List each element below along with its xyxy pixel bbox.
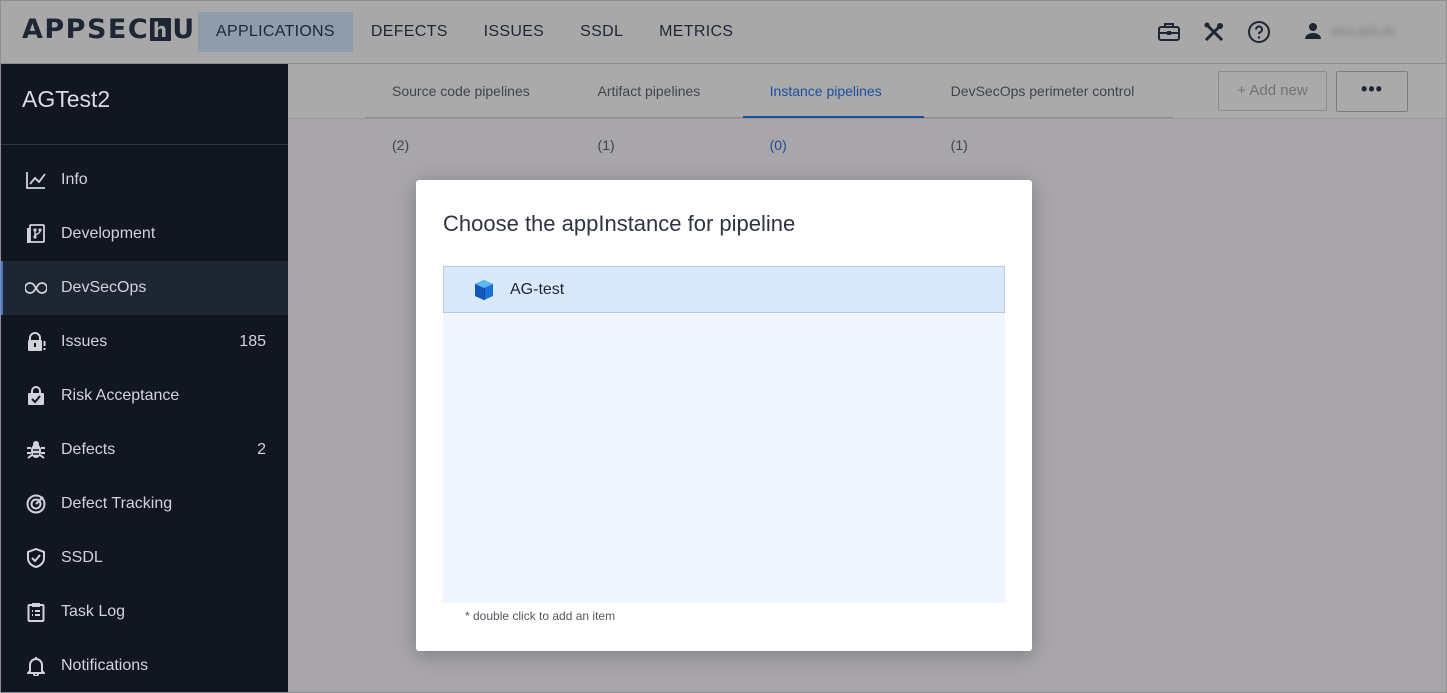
- app-title: AGTest2: [0, 64, 288, 145]
- help-icon[interactable]: [1247, 20, 1271, 44]
- list-item[interactable]: AG-test: [443, 266, 1005, 313]
- main-nav: APPLICATIONS DEFECTS ISSUES SSDL METRICS: [198, 12, 751, 52]
- more-options-button[interactable]: •••: [1336, 71, 1408, 112]
- tab-bar: Source code pipelines (2) Artifact pipel…: [288, 64, 1447, 153]
- sidebar-item-label: DevSecOps: [61, 279, 147, 296]
- app-logo[interactable]: APPSEC h UB: [22, 14, 218, 45]
- sidebar-item-label: Task Log: [61, 603, 126, 620]
- tools-icon[interactable]: [1202, 20, 1226, 44]
- sidebar-item-notifications[interactable]: Notifications: [0, 639, 288, 693]
- nav-ssdl[interactable]: SSDL: [562, 12, 641, 52]
- sidebar-item-development[interactable]: Development: [0, 207, 288, 261]
- infinity-icon: [25, 277, 47, 299]
- git-branch-icon: [25, 223, 47, 245]
- briefcase-icon[interactable]: [1157, 20, 1181, 44]
- sidebar-item-task-log[interactable]: Task Log: [0, 585, 288, 639]
- sidebar: AGTest2 Info Development DevSecOps Issue…: [0, 64, 288, 693]
- clipboard-icon: [25, 601, 47, 623]
- bug-icon: [25, 439, 47, 461]
- sidebar-item-issues[interactable]: Issues 185: [0, 315, 288, 369]
- sidebar-item-devsecops[interactable]: DevSecOps: [0, 261, 288, 315]
- user-name: AGLADLIN: [1331, 23, 1396, 39]
- list-item-label: AG-test: [510, 280, 565, 298]
- user-menu[interactable]: AGLADLIN: [1305, 22, 1395, 40]
- nav-metrics[interactable]: METRICS: [641, 12, 751, 52]
- target-icon: [25, 493, 47, 515]
- nav-issues[interactable]: ISSUES: [466, 12, 563, 52]
- sidebar-item-ssdl[interactable]: SSDL: [0, 531, 288, 585]
- tab-source-code-pipelines[interactable]: Source code pipelines (2): [365, 64, 571, 153]
- sidebar-item-defect-tracking[interactable]: Defect Tracking: [0, 477, 288, 531]
- lock-icon: [25, 331, 47, 353]
- sidebar-item-label: Risk Acceptance: [61, 387, 180, 404]
- sidebar-item-label: Info: [61, 171, 88, 188]
- sidebar-item-label: Development: [61, 225, 156, 242]
- top-navbar: APPSEC h UB APPLICATIONS DEFECTS ISSUES SS…: [0, 0, 1447, 64]
- nav-defects[interactable]: DEFECTS: [353, 12, 466, 52]
- nav-applications[interactable]: APPLICATIONS: [198, 12, 353, 52]
- bell-icon: [25, 655, 47, 677]
- sidebar-item-label: Issues: [61, 333, 108, 350]
- issues-count: 185: [239, 333, 266, 350]
- add-new-button[interactable]: + Add new: [1218, 71, 1327, 111]
- tab-devsecops-perimeter-control[interactable]: DevSecOps perimeter control (1): [924, 64, 1173, 153]
- cube-icon: [473, 279, 495, 301]
- pipeline-tabs: Source code pipelines (2) Artifact pipel…: [365, 64, 1173, 153]
- shopping-bag-check-icon: [25, 385, 47, 407]
- dialog-title: Choose the appInstance for pipeline: [443, 211, 796, 236]
- sidebar-item-label: Notifications: [61, 657, 149, 674]
- user-icon: [1305, 23, 1321, 39]
- dialog-hint: * double click to add an item: [465, 609, 616, 623]
- chart-line-icon: [25, 169, 47, 191]
- defects-count: 2: [257, 441, 266, 458]
- tab-instance-pipelines[interactable]: Instance pipelines (0): [742, 64, 924, 153]
- appinstance-list[interactable]: AG-test: [443, 266, 1005, 603]
- sidebar-item-label: SSDL: [61, 549, 103, 566]
- sidebar-item-info[interactable]: Info: [0, 153, 288, 207]
- shield-check-icon: [25, 547, 47, 569]
- sidebar-item-label: Defects: [61, 441, 116, 458]
- sidebar-item-label: Defect Tracking: [61, 495, 173, 512]
- tab-artifact-pipelines[interactable]: Artifact pipelines (1): [571, 64, 743, 153]
- sidebar-item-risk-acceptance[interactable]: Risk Acceptance: [0, 369, 288, 423]
- choose-appinstance-dialog: Choose the appInstance for pipeline AG-t…: [416, 180, 1032, 651]
- sidebar-item-defects[interactable]: Defects 2: [0, 423, 288, 477]
